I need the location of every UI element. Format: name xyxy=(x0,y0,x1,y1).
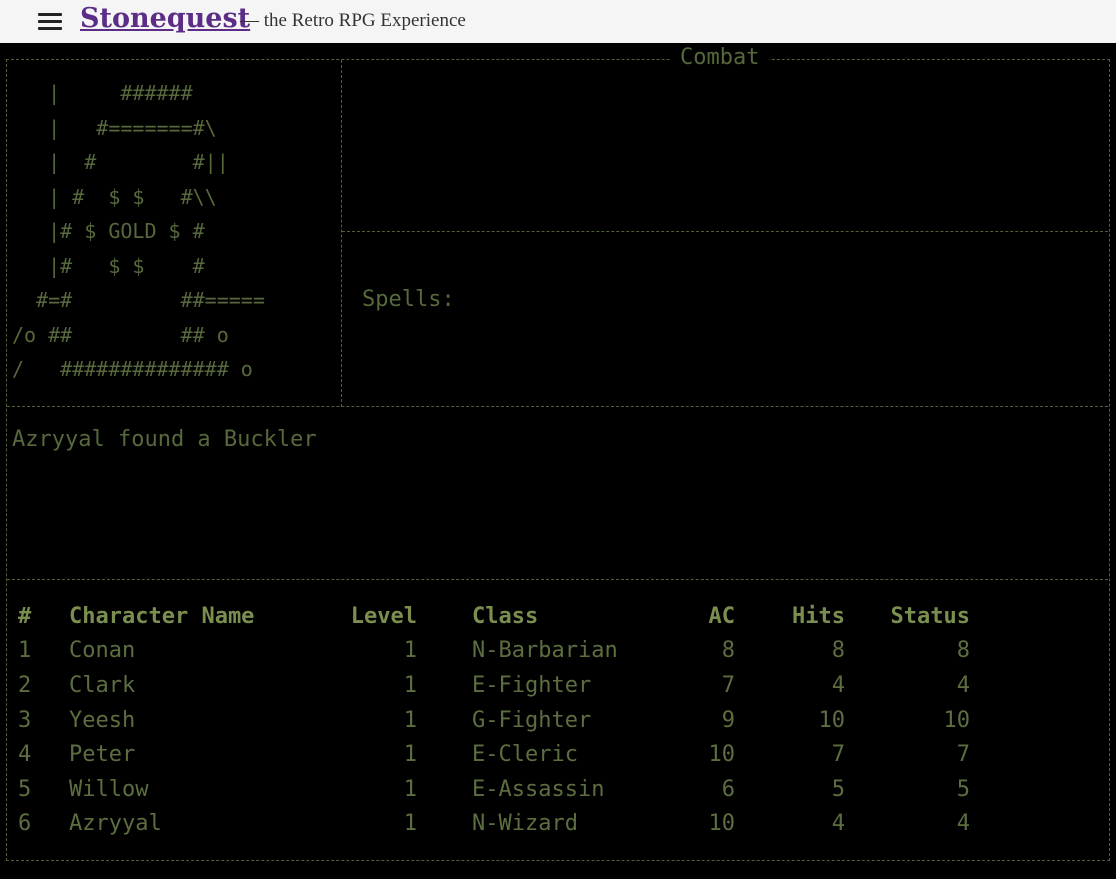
party-ac: 10 xyxy=(708,811,736,837)
party-ac: 10 xyxy=(708,742,736,768)
divider xyxy=(7,406,1108,407)
party-status: 10 xyxy=(943,707,971,733)
combat-title: Combat xyxy=(670,45,770,70)
header-name: Character Name xyxy=(69,603,255,629)
header-num: # xyxy=(18,603,32,629)
party-num: 6 xyxy=(18,811,32,837)
party-ac: 9 xyxy=(721,707,735,733)
party-status: 5 xyxy=(956,776,970,802)
party-name: Yeesh xyxy=(69,707,136,733)
top-bar: Stonequest — the Retro RPG Experience xyxy=(0,0,1116,44)
party-row[interactable]: 1 Conan 1 N-Barbarian 8 8 8 xyxy=(18,634,970,669)
tagline: — the Retro RPG Experience xyxy=(240,10,466,31)
game-message: Azryyal found a Buckler xyxy=(12,427,317,452)
party-class: N-Wizard xyxy=(472,811,578,837)
party-hits: 4 xyxy=(831,672,845,698)
divider xyxy=(341,60,342,407)
party-row[interactable]: 3 Yeesh 1 G-Fighter 9 10 10 xyxy=(18,703,970,738)
party-name: Clark xyxy=(69,672,136,698)
party-num: 4 xyxy=(18,742,32,768)
party-hits: 7 xyxy=(831,742,845,768)
party-name: Azryyal xyxy=(69,811,162,837)
header-class: Class xyxy=(472,603,539,629)
party-level: 1 xyxy=(403,707,417,733)
treasure-chest-ascii-art: | ###### | #=======#\ | # #|| | # $ $ #\… xyxy=(12,81,265,381)
game-screen[interactable]: Combat | ###### | #=======#\ | # #|| | #… xyxy=(0,43,1116,879)
party-table: # Character Name Level Class AC Hits Sta… xyxy=(18,599,970,841)
party-row[interactable]: 6 Azryyal 1 N-Wizard 10 4 4 xyxy=(18,807,970,842)
party-hits: 4 xyxy=(831,811,845,837)
brand-link[interactable]: Stonequest xyxy=(80,3,250,34)
party-name: Willow xyxy=(69,776,149,802)
spells-label: Spells: xyxy=(362,287,455,312)
party-level: 1 xyxy=(403,672,417,698)
party-hits: 10 xyxy=(818,707,846,733)
party-status: 8 xyxy=(956,638,970,664)
party-status: 7 xyxy=(956,742,970,768)
party-row[interactable]: 2 Clark 1 E-Fighter 7 4 4 xyxy=(18,668,970,703)
party-status: 4 xyxy=(956,811,970,837)
party-hits: 5 xyxy=(831,776,845,802)
party-level: 1 xyxy=(403,776,417,802)
party-num: 1 xyxy=(18,638,32,664)
party-class: E-Assassin xyxy=(472,776,605,802)
party-ac: 6 xyxy=(721,776,735,802)
party-num: 5 xyxy=(18,776,32,802)
party-level: 1 xyxy=(403,638,417,664)
party-table-header: # Character Name Level Class AC Hits Sta… xyxy=(18,599,970,634)
party-level: 1 xyxy=(403,811,417,837)
divider xyxy=(7,579,1108,580)
party-ac: 8 xyxy=(721,638,735,664)
party-class: G-Fighter xyxy=(472,707,592,733)
party-row[interactable]: 4 Peter 1 E-Cleric 10 7 7 xyxy=(18,737,970,772)
party-name: Peter xyxy=(69,742,136,768)
party-level: 1 xyxy=(403,742,417,768)
hamburger-menu-icon[interactable] xyxy=(38,12,62,30)
party-hits: 8 xyxy=(831,638,845,664)
header-hits: Hits xyxy=(792,603,845,629)
header-level: Level xyxy=(350,603,417,629)
party-class: E-Fighter xyxy=(472,672,592,698)
party-num: 2 xyxy=(18,672,32,698)
party-class: E-Cleric xyxy=(472,742,578,768)
header-ac: AC xyxy=(708,603,736,629)
party-num: 3 xyxy=(18,707,32,733)
party-class: N-Barbarian xyxy=(472,638,618,664)
header-status: Status xyxy=(890,603,970,629)
party-ac: 7 xyxy=(721,672,735,698)
party-row[interactable]: 5 Willow 1 E-Assassin 6 5 5 xyxy=(18,772,970,807)
divider xyxy=(342,231,1108,232)
party-name: Conan xyxy=(69,638,136,664)
party-status: 4 xyxy=(956,672,970,698)
